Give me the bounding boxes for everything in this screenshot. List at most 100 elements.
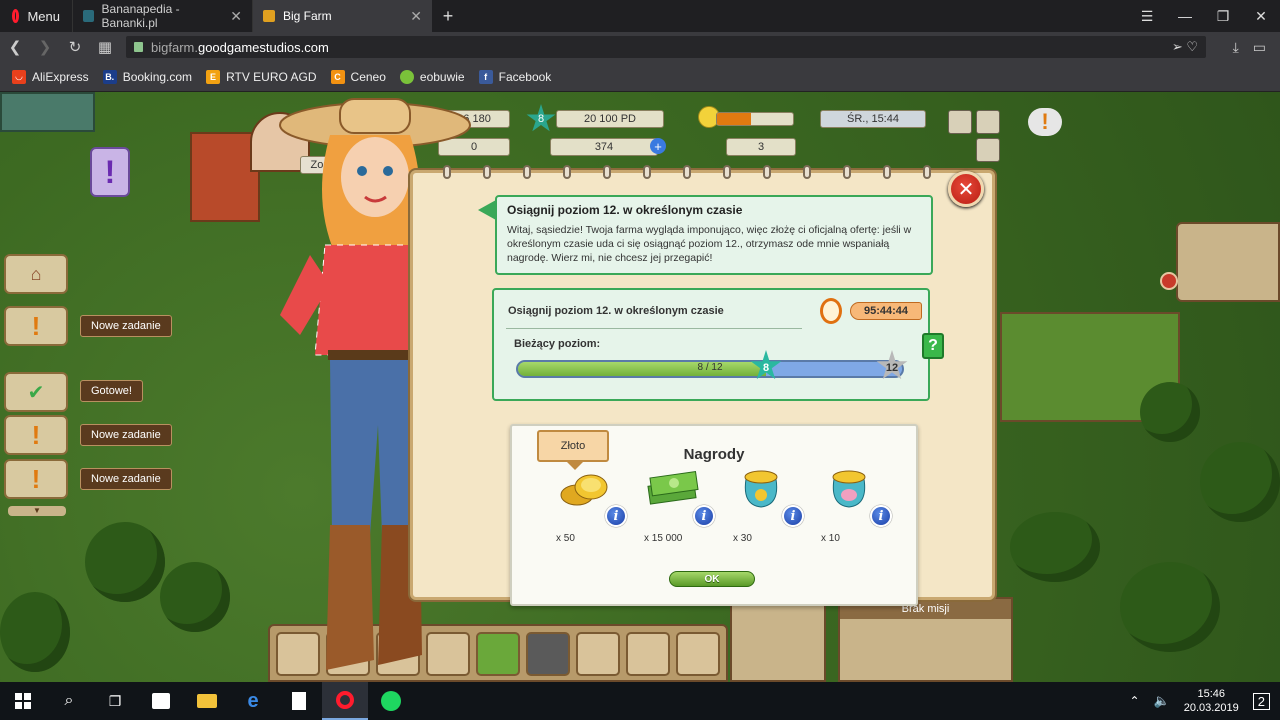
binder-ring <box>563 165 571 179</box>
new-tab-button[interactable]: + <box>432 0 464 32</box>
reward-gold-sack[interactable]: i x 30 <box>722 465 804 545</box>
minimize-icon[interactable]: — <box>1166 0 1204 32</box>
quest-exclamation-icon[interactable]: ! <box>4 415 68 455</box>
workers-counter: 3 <box>726 138 796 156</box>
bookmark-rtv-euro-agd[interactable]: E RTV EURO AGD <box>206 69 317 84</box>
tab-title: Big Farm <box>283 9 332 23</box>
quest-exclamation-icon[interactable]: ! <box>4 459 68 499</box>
contracts-panel[interactable] <box>1176 222 1280 302</box>
reload-icon[interactable]: ↻ <box>60 38 90 56</box>
tab-bananapedia[interactable]: Bananapedia - Bananki.pl ✕ <box>72 0 252 32</box>
reward-piggy-sack[interactable]: i x 10 <box>810 465 892 545</box>
forward-icon[interactable]: ❯ <box>30 38 60 56</box>
url-text: bigfarm.goodgamestudios.com <box>151 40 329 55</box>
tab-menu-icon[interactable]: ☰ <box>1128 0 1166 32</box>
reward-quantity: x 50 <box>556 533 575 544</box>
speech-tail <box>478 200 496 220</box>
snapshot-icon[interactable]: ▭ <box>1253 39 1266 56</box>
quest-marker-icon[interactable]: ! <box>90 147 130 197</box>
bookmark-ceneo[interactable]: C Ceneo <box>330 69 386 84</box>
volume-icon[interactable]: 🔈 <box>1154 693 1170 709</box>
edge-icon[interactable]: e <box>230 682 276 720</box>
quest-done-icon[interactable]: ✔ <box>4 372 68 412</box>
tab-close-icon[interactable]: ✕ <box>410 8 422 25</box>
file-explorer-icon[interactable] <box>184 682 230 720</box>
add-gold-icon[interactable]: + <box>650 138 666 154</box>
level-star-icon: 8 <box>526 104 556 132</box>
bookmark-eobuwie[interactable]: eobuwie <box>399 69 465 84</box>
info-icon[interactable]: i <box>870 505 892 527</box>
binder-ring <box>883 165 891 179</box>
window-controls: ☰ — ❐ ✕ <box>1128 0 1280 32</box>
notes-button[interactable] <box>576 632 620 676</box>
bookmark-aliexpress[interactable]: ◡ AliExpress <box>12 69 89 84</box>
clock-date: 20.03.2019 <box>1183 702 1239 714</box>
quest-tag-new[interactable]: Nowe zadanie <box>80 468 172 490</box>
current-level-label: Bieżący poziom: <box>514 338 601 350</box>
opera-logo-icon <box>12 9 20 23</box>
quest-scroll-down-icon[interactable]: ▼ <box>8 506 66 516</box>
taskbar-clock[interactable]: 15:46 20.03.2019 <box>1184 687 1239 715</box>
tab-close-icon[interactable]: ✕ <box>230 8 242 25</box>
tray-expand-icon[interactable]: ⌃ <box>1129 694 1139 708</box>
quest-tag-new[interactable]: Nowe zadanie <box>80 424 172 446</box>
spotify-icon[interactable] <box>368 682 414 720</box>
speed-dial-icon[interactable]: ▦ <box>90 38 120 56</box>
restore-icon[interactable]: ❐ <box>1204 0 1242 32</box>
inventory-button[interactable] <box>526 632 570 676</box>
binder-ring <box>763 165 771 179</box>
document-icon[interactable] <box>276 682 322 720</box>
ok-button[interactable]: OK <box>669 571 755 587</box>
chat-icon[interactable] <box>948 110 972 134</box>
back-icon[interactable]: ❮ <box>0 38 30 56</box>
exclamation-bubble-icon[interactable]: ! <box>1028 108 1062 136</box>
info-icon[interactable]: i <box>782 505 804 527</box>
panel-arrow-icon[interactable] <box>1160 272 1178 290</box>
ceneo-icon: C <box>330 69 345 84</box>
task-progress-panel: Osiągnij poziom 12. w określonym czasie … <box>492 288 930 401</box>
tab-favicon-icon <box>83 10 94 22</box>
download-icon[interactable]: ⤓ <box>1233 39 1239 56</box>
tree <box>1010 512 1100 582</box>
tree <box>160 562 230 632</box>
close-window-icon[interactable]: ✕ <box>1242 0 1280 32</box>
bookmark-booking[interactable]: B. Booking.com <box>102 69 193 84</box>
info-icon[interactable]: i <box>693 505 715 527</box>
bookmark-label: Ceneo <box>350 69 386 84</box>
progress-text: 8 / 12 <box>697 362 723 373</box>
alarm-clock-icon <box>820 298 842 324</box>
binder-ring <box>443 165 451 179</box>
logout-icon[interactable] <box>976 110 1000 134</box>
happiness-bar <box>716 112 794 126</box>
shop-button[interactable] <box>676 632 720 676</box>
system-tray: ⌃ 🔈 15:46 20.03.2019 2 <box>1129 687 1280 715</box>
quest-exclamation-icon[interactable]: ! <box>4 306 68 346</box>
url-input[interactable]: bigfarm.goodgamestudios.com ➢ ♡ <box>126 36 1206 58</box>
bookmark-label: Booking.com <box>122 69 193 84</box>
farm-house-icon[interactable]: ⌂ <box>4 254 68 294</box>
store-icon[interactable] <box>138 682 184 720</box>
reward-gold[interactable]: i x 50 <box>545 465 627 545</box>
reward-quantity: x 30 <box>733 533 752 544</box>
search-icon[interactable]: ⌕ <box>46 682 92 720</box>
binder-ring <box>523 165 531 179</box>
fullscreen-icon[interactable] <box>976 138 1000 162</box>
dialog-close-button[interactable]: ✕ <box>948 171 984 207</box>
notifications-icon[interactable]: 2 <box>1252 692 1270 710</box>
reward-cash[interactable]: i x 15 000 <box>633 465 715 545</box>
tab-big-farm[interactable]: Big Farm ✕ <box>252 0 432 32</box>
opera-menu-button[interactable]: Menu <box>0 0 72 32</box>
binder-ring <box>643 165 651 179</box>
help-button[interactable]: ? <box>922 333 944 359</box>
reward-quantity: x 10 <box>821 533 840 544</box>
task-view-icon[interactable]: ❐ <box>92 682 138 720</box>
quest-tag-new[interactable]: Nowe zadanie <box>80 315 172 337</box>
send-heart-icons[interactable]: ➢ ♡ <box>1172 39 1198 55</box>
bookmark-facebook[interactable]: f Facebook <box>478 69 551 84</box>
start-button[interactable] <box>0 682 46 720</box>
info-icon[interactable]: i <box>605 505 627 527</box>
helmet-button[interactable] <box>626 632 670 676</box>
quest-tag-done[interactable]: Gotowe! <box>80 380 143 402</box>
opera-taskbar-icon[interactable] <box>322 682 368 720</box>
lock-icon <box>134 42 143 52</box>
